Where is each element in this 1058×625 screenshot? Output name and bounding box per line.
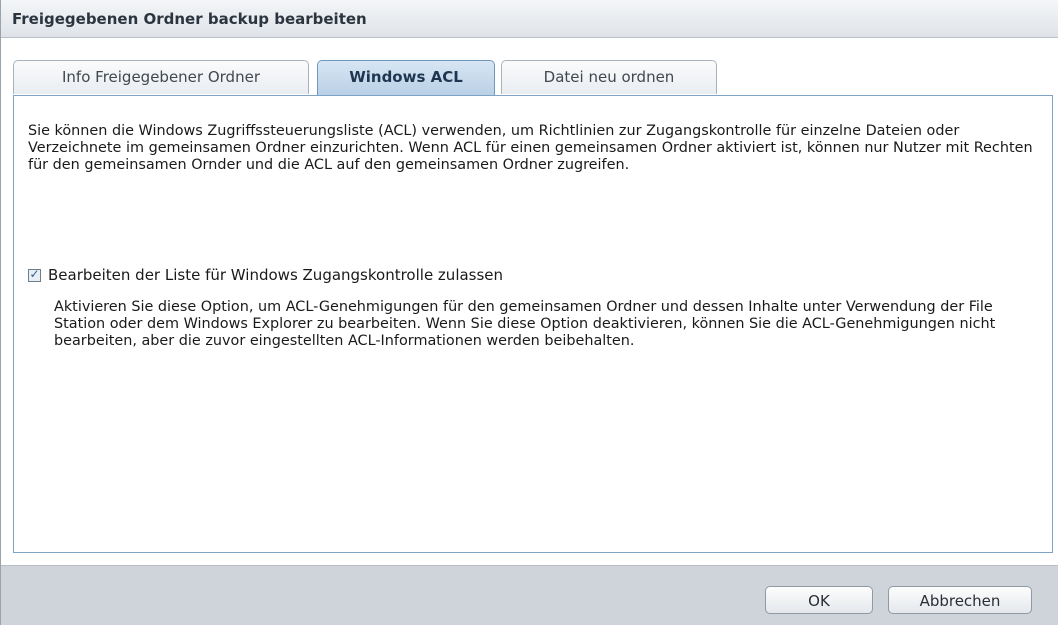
dialog-title: Freigegebenen Ordner backup bearbeiten <box>12 10 367 28</box>
acl-checkbox-label[interactable]: Bearbeiten der Liste für Windows Zugangs… <box>48 266 503 284</box>
tab-windows-acl[interactable]: Windows ACL <box>317 60 495 95</box>
dialog-body: Info Freigegebener Ordner Windows ACL Da… <box>1 38 1058 565</box>
ok-button[interactable]: OK <box>765 586 873 614</box>
acl-checkbox-row[interactable]: ✓ Bearbeiten der Liste für Windows Zugan… <box>28 266 1038 286</box>
acl-option-hint: Aktivieren Sie diese Option, um ACL-Gene… <box>54 299 996 349</box>
acl-description: Sie können die Windows Zugriffssteuerung… <box>28 123 1033 173</box>
tab-strip: Info Freigegebener Ordner Windows ACL Da… <box>13 60 1053 96</box>
edit-shared-folder-dialog: Freigegebenen Ordner backup bearbeiten I… <box>0 0 1058 625</box>
dialog-footer: OK Abbrechen <box>1 565 1058 625</box>
dialog-titlebar: Freigegebenen Ordner backup bearbeiten <box>1 0 1058 38</box>
tab-info-shared-folder[interactable]: Info Freigegebener Ordner <box>13 60 309 94</box>
tab-reorganize-file[interactable]: Datei neu ordnen <box>501 60 717 94</box>
cancel-button[interactable]: Abbrechen <box>888 586 1032 614</box>
check-icon: ✓ <box>29 267 40 281</box>
acl-edit-checkbox[interactable]: ✓ <box>28 267 41 282</box>
